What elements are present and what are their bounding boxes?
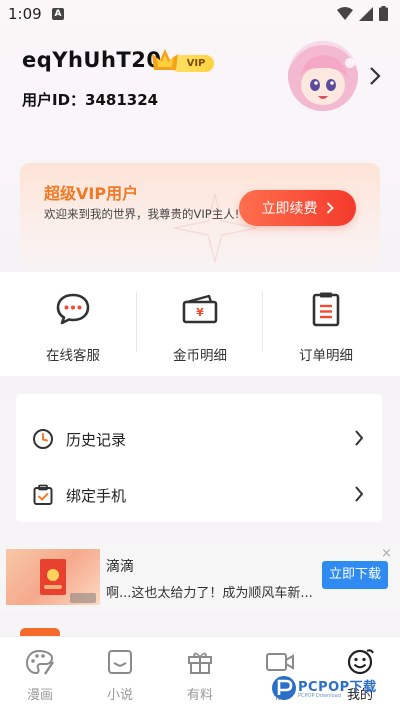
- notification-icon: A: [52, 8, 64, 20]
- chat-bubble-icon: [56, 293, 90, 325]
- profile-chevron-icon[interactable]: [369, 66, 381, 86]
- status-icons: [337, 6, 388, 21]
- menu-list: 历史记录 绑定手机: [16, 394, 382, 522]
- status-time: 1:09: [8, 5, 42, 23]
- avatar[interactable]: [288, 41, 358, 111]
- svg-text:¥: ¥: [196, 306, 204, 319]
- nav-item-comics[interactable]: 漫画: [0, 645, 80, 703]
- menu-item-bind-phone[interactable]: 绑定手机: [16, 467, 382, 523]
- red-envelope-icon: [40, 559, 96, 603]
- battery-icon: [379, 6, 388, 21]
- menu-item-label: 历史记录: [66, 431, 127, 449]
- nav-label: 漫画: [26, 688, 53, 703]
- quick-action-label: 订单明细: [299, 348, 353, 364]
- shield-check-icon: [33, 484, 53, 505]
- vip-card: 超级VIP用户 欢迎来到我的世界，我尊贵的VIP主人! 立即续费: [20, 163, 380, 268]
- divider: [262, 292, 263, 352]
- avatar-image: [288, 41, 358, 111]
- quick-action-online-service[interactable]: 在线客服: [18, 290, 128, 364]
- renew-button-label: 立即续费: [261, 201, 318, 217]
- username: eqYhUhT20: [22, 48, 162, 72]
- renew-button[interactable]: 立即续费: [239, 190, 356, 226]
- ad-close-icon[interactable]: ×: [381, 547, 392, 560]
- menu-item-label: 绑定手机: [66, 487, 127, 505]
- nav-item-novels[interactable]: 小说: [80, 645, 160, 703]
- chevron-right-icon: [355, 430, 364, 446]
- quick-action-order-details[interactable]: 订单明细: [271, 290, 381, 364]
- ad-download-button[interactable]: 立即下载: [322, 561, 388, 589]
- wallet-icon: ¥: [182, 294, 218, 324]
- vip-card-description: 欢迎来到我的世界，我尊贵的VIP主人!: [44, 207, 240, 221]
- quick-action-label: 在线客服: [46, 348, 100, 364]
- divider: [136, 292, 137, 352]
- ad-title: 滴滴: [106, 559, 134, 575]
- signal-icon: [359, 6, 373, 21]
- quick-action-coin-details[interactable]: ¥ 金币明细: [145, 290, 255, 364]
- clipboard-icon: [312, 292, 340, 327]
- nav-item-featured[interactable]: 有料: [160, 645, 240, 703]
- ad-banner[interactable]: 滴滴 啊...这也太给力了！成为顺风车新... 立即下载 ×: [0, 544, 400, 610]
- vip-card-title: 超级VIP用户: [44, 184, 139, 203]
- vip-badge: VIP: [150, 46, 214, 76]
- palette-icon: [25, 649, 54, 675]
- chevron-right-icon: [326, 202, 334, 214]
- user-id: 用户ID：3481324: [22, 91, 159, 109]
- quick-actions: 在线客服 ¥ 金币明细 订单明细: [0, 272, 400, 376]
- gift-icon: [188, 652, 212, 674]
- watermark: PCPOP下载 PCPOP Download: [268, 664, 400, 712]
- ad-description: 啊...这也太给力了！成为顺风车新...: [106, 586, 313, 601]
- nav-label: 有料: [186, 688, 213, 703]
- wifi-icon: [337, 6, 353, 20]
- chevron-right-icon: [355, 486, 364, 502]
- profile-screen: 1:09 A eqYhUhT20 VIP 用户ID：3481324 超级VIP用…: [0, 0, 400, 712]
- menu-item-history[interactable]: 历史记录: [16, 411, 382, 467]
- clock-icon: [33, 429, 53, 449]
- crown-icon: [152, 49, 178, 70]
- ad-thumbnail: [6, 549, 100, 605]
- nav-label: 小说: [106, 688, 133, 703]
- watermark-subtext: PCPOP Download: [298, 693, 341, 699]
- book-icon: [108, 650, 132, 674]
- quick-action-label: 金币明细: [173, 348, 227, 364]
- status-bar: 1:09 A: [0, 0, 400, 28]
- pcpop-logo-icon: [272, 676, 296, 700]
